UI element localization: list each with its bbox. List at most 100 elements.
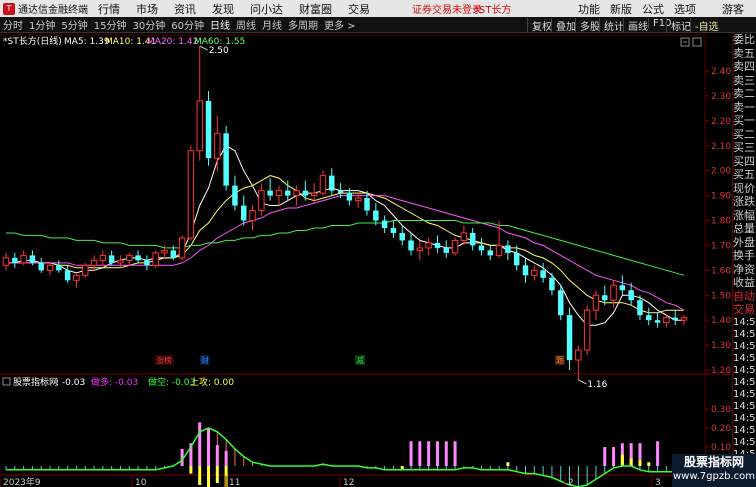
- candle-body: [285, 190, 291, 196]
- candle-body: [64, 270, 71, 281]
- period-60min[interactable]: 60分钟: [168, 17, 207, 32]
- indicator-long-bar: [453, 441, 457, 466]
- high-marker: 2.50: [199, 45, 229, 56]
- indicator-long-bar: [444, 441, 448, 466]
- menu-options[interactable]: 选项: [674, 1, 696, 17]
- menu-formula[interactable]: 公式: [642, 1, 664, 17]
- candle-body: [73, 274, 80, 281]
- indicator-long-bar: [215, 445, 219, 466]
- quote-field-1: 卖五: [733, 46, 755, 60]
- trade-login-notice[interactable]: 证券交易未登录: [412, 1, 482, 16]
- candle: [469, 227, 476, 251]
- indicator-toggle-icon[interactable]: [2, 377, 11, 386]
- candle-body: [196, 100, 203, 152]
- menu-wealth-circle[interactable]: 财富圈: [299, 1, 332, 17]
- ma20-label: MA20: 1.42: [147, 37, 198, 47]
- period-30min[interactable]: 30分钟: [129, 17, 168, 32]
- candle-body: [310, 192, 318, 197]
- candle: [135, 250, 141, 263]
- guest-user[interactable]: 游客: [722, 1, 744, 17]
- quote-field-17: 净资: [733, 262, 755, 276]
- candle: [56, 260, 62, 273]
- period-timeshare[interactable]: 分时: [0, 17, 26, 32]
- quote-field-16: 换手: [733, 249, 755, 262]
- period-1min[interactable]: 1分钟: [26, 17, 58, 32]
- period-more[interactable]: 更多 >: [321, 17, 359, 32]
- menu-trade[interactable]: 交易: [348, 1, 370, 17]
- indicator-attack-bar: [198, 466, 202, 485]
- candle: [381, 215, 388, 233]
- candle-body: [56, 265, 62, 271]
- quote-field-18: 收益: [733, 276, 755, 289]
- indicator-attack-bar: [647, 462, 651, 466]
- candle-body: [108, 255, 115, 263]
- candle: [46, 262, 54, 276]
- candle-body: [152, 252, 159, 266]
- low-marker: 1.16: [578, 379, 608, 390]
- menu-ask-xiaoda[interactable]: 问小达: [250, 1, 283, 17]
- tool-add-watchlist[interactable]: -自选: [690, 18, 723, 33]
- candle-body: [178, 237, 186, 259]
- candle-body: [293, 190, 300, 197]
- candle-body: [126, 254, 133, 261]
- candle-body: [469, 232, 476, 246]
- menu-exchange[interactable]: 市场: [136, 1, 158, 17]
- candle: [531, 265, 538, 281]
- candle: [178, 235, 186, 261]
- indicator-long-bar: [603, 447, 607, 466]
- indicator-attack-bar: [506, 462, 510, 466]
- candle: [2, 252, 10, 271]
- candle-body: [38, 262, 44, 271]
- candle: [152, 250, 159, 268]
- candle-body: [337, 190, 344, 194]
- chart-window-controls[interactable]: [680, 37, 702, 47]
- candle: [302, 180, 309, 201]
- period-monthly[interactable]: 月线: [259, 17, 285, 32]
- period-multi[interactable]: 多周期: [285, 17, 321, 32]
- tick-time-list: 14:5 14:5 14:5 14:5 14:5 14:5 14:5 14:5 14:5 14:5…: [733, 317, 756, 473]
- candle: [390, 220, 397, 238]
- indicator-tick-label: 0.20: [711, 424, 731, 434]
- badge-reduce[interactable]: 减: [356, 355, 364, 365]
- candle: [451, 237, 459, 256]
- quote-field-3: 卖三: [733, 73, 755, 87]
- candle: [117, 255, 124, 268]
- candle: [232, 175, 238, 211]
- indicator-name[interactable]: 股票指标网: [13, 376, 58, 388]
- candle: [425, 237, 432, 256]
- price-tick-label: 1.90: [711, 192, 731, 202]
- kline-chart-area[interactable]: *ST长方(日线) MA5: 1.39 MA10: 1.41 MA20: 1.4…: [0, 33, 735, 487]
- candle: [293, 185, 300, 206]
- high-label: 2.50: [209, 46, 229, 56]
- candle-body: [241, 205, 247, 221]
- candle-body: [390, 227, 397, 233]
- menu-function[interactable]: 功能: [578, 1, 600, 17]
- candle-body: [364, 198, 370, 211]
- price-tick-label: 1.70: [711, 241, 731, 251]
- menu-market[interactable]: 行情: [98, 1, 120, 17]
- badge-topic[interactable]: 题: [556, 356, 564, 365]
- tick-time-6: 14:5: [733, 388, 756, 400]
- period-daily[interactable]: 日线: [207, 17, 233, 32]
- period-5min[interactable]: 5分钟: [58, 17, 90, 32]
- candle-body: [399, 232, 405, 241]
- menu-discover[interactable]: 发现: [212, 1, 234, 17]
- menu-new-version[interactable]: 新版: [610, 1, 632, 17]
- candle-body: [82, 264, 89, 276]
- menu-news[interactable]: 资讯: [174, 1, 196, 17]
- candle-body: [214, 132, 221, 159]
- indicator-attack-bar: [638, 460, 642, 466]
- indicator-long-bar: [427, 441, 431, 466]
- ma5-label: MA5: 1.39: [64, 37, 110, 47]
- badge-finance[interactable]: 财: [201, 355, 209, 365]
- period-toolbar: 分时 1分钟 5分钟 15分钟 30分钟 60分钟 日线 周线 月线 多周期 更…: [0, 17, 756, 33]
- candle-body: [46, 264, 54, 271]
- indicator-attack-bar: [215, 466, 219, 484]
- candle: [680, 315, 688, 326]
- badge-limit-up[interactable]: 涨榜: [156, 355, 172, 365]
- period-weekly[interactable]: 周线: [233, 17, 259, 32]
- candle: [549, 272, 555, 296]
- period-15min[interactable]: 15分钟: [91, 17, 130, 32]
- candle-body: [373, 210, 379, 221]
- candle-body: [275, 190, 283, 197]
